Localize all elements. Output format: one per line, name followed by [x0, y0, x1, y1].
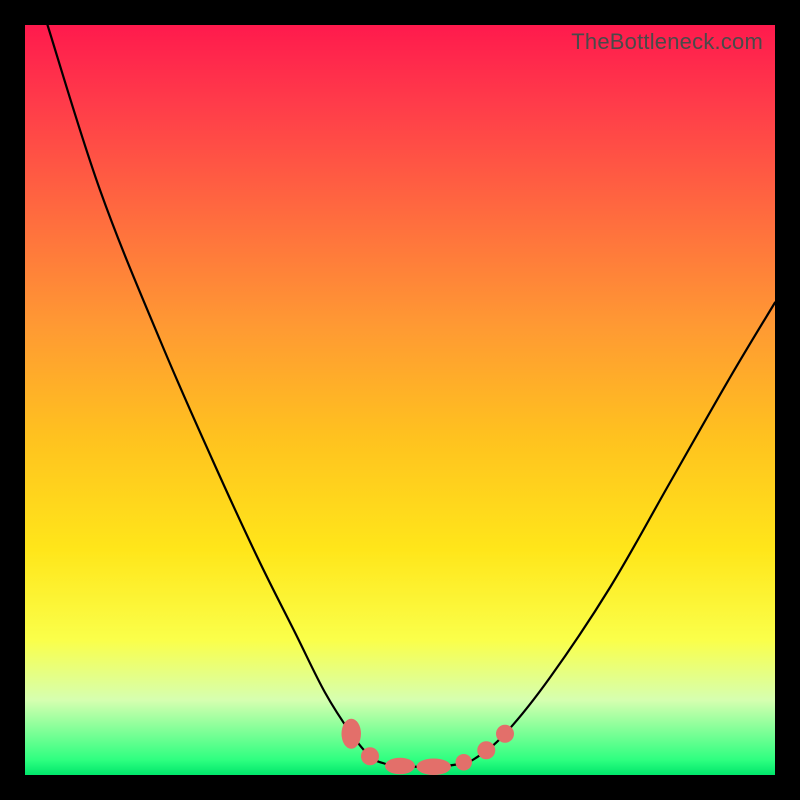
- curve-marker: [385, 758, 415, 775]
- bottleneck-curve: [25, 25, 775, 775]
- curve-marker: [456, 754, 473, 771]
- curve-marker: [417, 759, 452, 776]
- chart-frame: TheBottleneck.com: [25, 25, 775, 775]
- curve-marker: [342, 719, 362, 749]
- curve-marker: [477, 741, 495, 759]
- curve-marker: [496, 725, 514, 743]
- curve-marker: [361, 747, 379, 765]
- curve-path: [48, 25, 776, 767]
- curve-markers: [342, 719, 515, 775]
